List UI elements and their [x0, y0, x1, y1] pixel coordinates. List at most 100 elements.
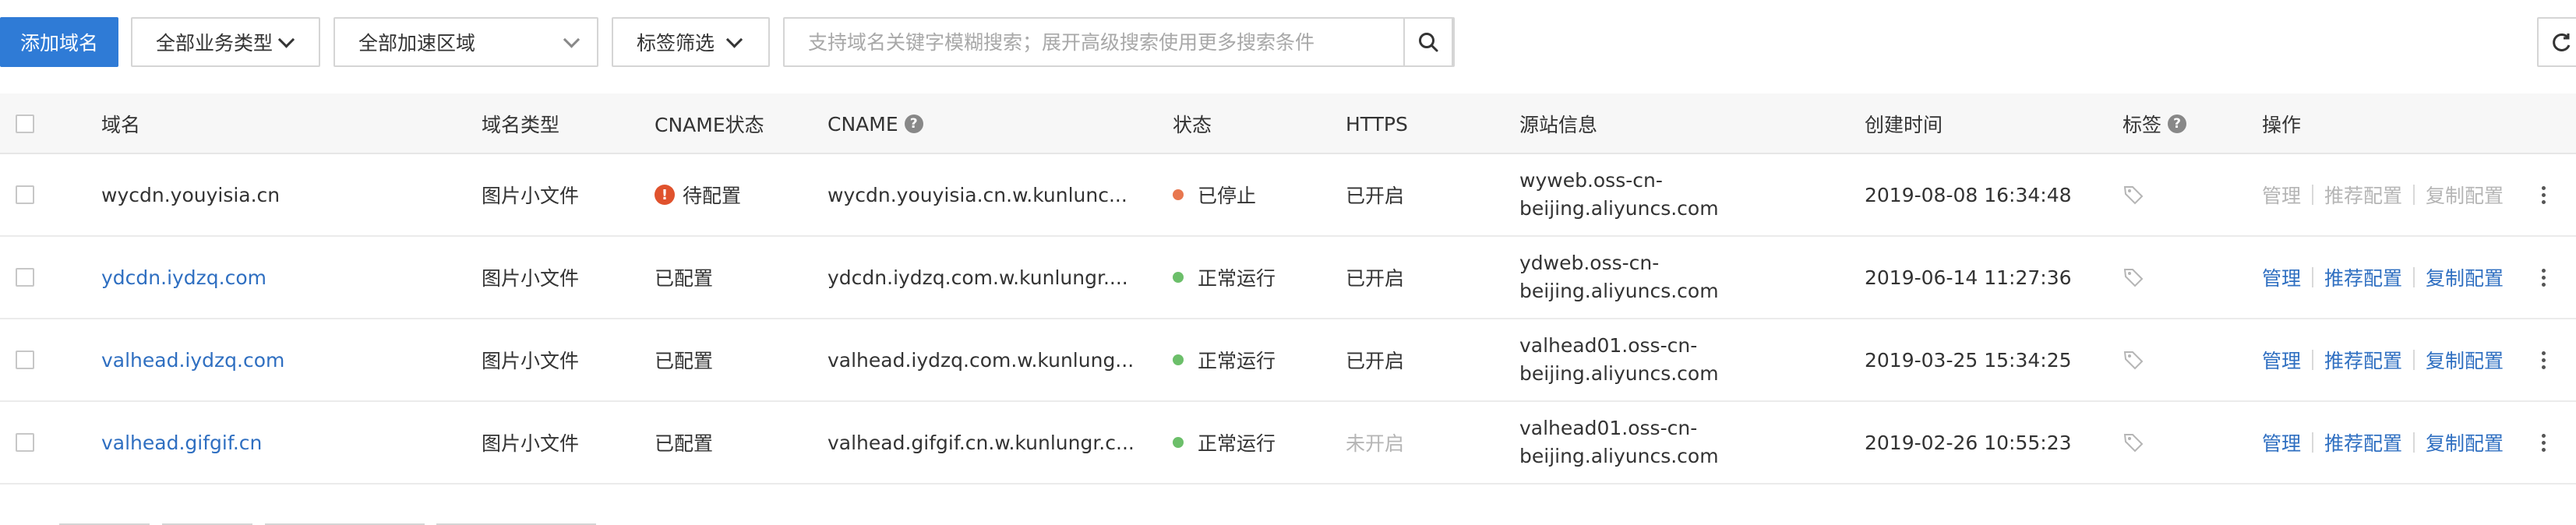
help-icon[interactable]: ? [2168, 115, 2187, 133]
search-input[interactable] [785, 19, 1408, 65]
domain-text: wycdn.youyisia.cn [101, 183, 281, 206]
header-status: 状态 [1173, 114, 1212, 136]
domain-type: 图片小文件 [482, 432, 580, 455]
warning-icon: ! [655, 185, 675, 205]
https-status: 已开启 [1346, 350, 1405, 372]
domain-type: 图片小文件 [482, 185, 580, 207]
row-actions: 管理 推荐配置 复制配置 [2262, 402, 2504, 483]
tag-filter-button[interactable]: 标签筛选 [612, 17, 770, 67]
cname-value: valhead.iydzq.com.w.kunlung... [827, 348, 1134, 372]
manage-link[interactable]: 管理 [2262, 263, 2301, 291]
https-status: 已开启 [1346, 267, 1405, 290]
row-checkbox[interactable] [16, 154, 34, 235]
tag-icon [2123, 351, 2144, 370]
recommend-config-link[interactable]: 推荐配置 [2324, 263, 2402, 291]
refresh-icon [2553, 33, 2571, 51]
add-domain-button[interactable]: 添加域名 [0, 17, 118, 67]
origin-info: ydweb.oss-cn- beijing.aliyuncs.com [1519, 237, 1719, 318]
search-box [783, 17, 1455, 67]
status: 正常运行 [1173, 402, 1276, 483]
divider [2413, 185, 2415, 205]
status-dot-icon [1173, 437, 1184, 448]
origin-line-2: beijing.aliyuncs.com [1519, 280, 1719, 302]
cname-status: 已配置 [655, 350, 714, 372]
divider [2312, 350, 2314, 370]
https-status: 已开启 [1346, 185, 1405, 207]
status-dot-icon [1173, 272, 1184, 283]
divider [2312, 267, 2314, 287]
origin-line-1: valhead01.oss-cn- [1519, 417, 1698, 439]
header-created: 创建时间 [1865, 114, 1943, 136]
more-icon[interactable] [2535, 154, 2551, 235]
divider [2312, 185, 2314, 205]
cname-status: ! 待配置 [655, 154, 741, 235]
tag-icon [2123, 269, 2144, 287]
cname-value: ydcdn.iydzq.com.w.kunlungr.... [827, 266, 1128, 289]
tag-icon [2123, 434, 2144, 453]
divider [2413, 350, 2415, 370]
domain-link[interactable]: valhead.iydzq.com [101, 319, 284, 400]
tag-button[interactable] [2123, 402, 2144, 483]
created-time: 2019-03-25 15:34:25 [1865, 348, 2072, 372]
business-type-select[interactable]: 全部业务类型 [131, 17, 320, 67]
status-label: 正常运行 [1198, 267, 1276, 290]
domain-type: 图片小文件 [482, 267, 580, 290]
row-checkbox[interactable] [16, 402, 34, 483]
cname-status: 已配置 [655, 267, 714, 290]
divider [2413, 432, 2415, 453]
origin-line-1: valhead01.oss-cn- [1519, 334, 1698, 357]
select-all-checkbox[interactable] [16, 93, 34, 154]
copy-config-link[interactable]: 复制配置 [2426, 346, 2504, 374]
status-label: 正常运行 [1198, 432, 1276, 455]
tag-button[interactable] [2123, 237, 2144, 318]
divider [2413, 267, 2415, 287]
row-actions: 管理 推荐配置 复制配置 [2262, 237, 2504, 318]
cname-value: valhead.gifgif.cn.w.kunlungr.c... [827, 431, 1134, 454]
row-checkbox[interactable] [16, 237, 34, 318]
manage-link[interactable]: 管理 [2262, 181, 2301, 209]
tag-filter-label: 标签筛选 [637, 32, 715, 55]
recommend-config-link[interactable]: 推荐配置 [2324, 428, 2402, 456]
row-checkbox[interactable] [16, 319, 34, 400]
toolbar: 添加域名 全部业务类型 全部加速区域 标签筛选 [0, 17, 2576, 67]
status-label: 正常运行 [1198, 350, 1276, 372]
tag-button[interactable] [2123, 154, 2144, 235]
help-icon[interactable]: ? [904, 115, 923, 133]
domain-link[interactable]: valhead.gifgif.cn [101, 402, 262, 483]
origin-info: valhead01.oss-cn- beijing.aliyuncs.com [1519, 402, 1719, 483]
more-icon[interactable] [2535, 402, 2551, 483]
header-tags-label: 标签 [2123, 114, 2162, 136]
header-https: HTTPS [1346, 112, 1408, 136]
more-icon[interactable] [2535, 237, 2551, 318]
copy-config-link[interactable]: 复制配置 [2426, 263, 2504, 291]
origin-line-1: ydweb.oss-cn- [1519, 252, 1660, 274]
row-actions: 管理 推荐配置 复制配置 [2262, 319, 2504, 400]
region-select[interactable]: 全部加速区域 [333, 17, 598, 67]
status-dot-icon [1173, 354, 1184, 365]
copy-config-link[interactable]: 复制配置 [2426, 428, 2504, 456]
recommend-config-link[interactable]: 推荐配置 [2324, 181, 2402, 209]
search-button[interactable] [1403, 17, 1453, 67]
header-domain: 域名 [101, 114, 141, 136]
manage-link[interactable]: 管理 [2262, 428, 2301, 456]
header-actions: 操作 [2262, 114, 2302, 136]
refresh-button[interactable] [2537, 17, 2576, 67]
created-time: 2019-06-14 11:27:36 [1865, 266, 2072, 289]
header-cname: CNAME ? [827, 93, 923, 154]
table-row: wycdn.youyisia.cn 图片小文件 ! 待配置 wycdn.youy… [0, 154, 2576, 237]
manage-link[interactable]: 管理 [2262, 346, 2301, 374]
row-actions: 管理 推荐配置 复制配置 [2262, 154, 2504, 235]
origin-info: wyweb.oss-cn- beijing.aliyuncs.com [1519, 154, 1719, 235]
cname-value: wycdn.youyisia.cn.w.kunlunc... [827, 183, 1127, 206]
origin-line-2: beijing.aliyuncs.com [1519, 445, 1719, 467]
tag-button[interactable] [2123, 319, 2144, 400]
table-row: valhead.iydzq.com 图片小文件 已配置 valhead.iydz… [0, 319, 2576, 402]
domain-link[interactable]: ydcdn.iydzq.com [101, 237, 266, 318]
chevron-down-icon [277, 31, 295, 48]
status: 正常运行 [1173, 237, 1276, 318]
created-time: 2019-02-26 10:55:23 [1865, 431, 2072, 454]
status-dot-icon [1173, 189, 1184, 200]
recommend-config-link[interactable]: 推荐配置 [2324, 346, 2402, 374]
copy-config-link[interactable]: 复制配置 [2426, 181, 2504, 209]
more-icon[interactable] [2535, 319, 2551, 400]
